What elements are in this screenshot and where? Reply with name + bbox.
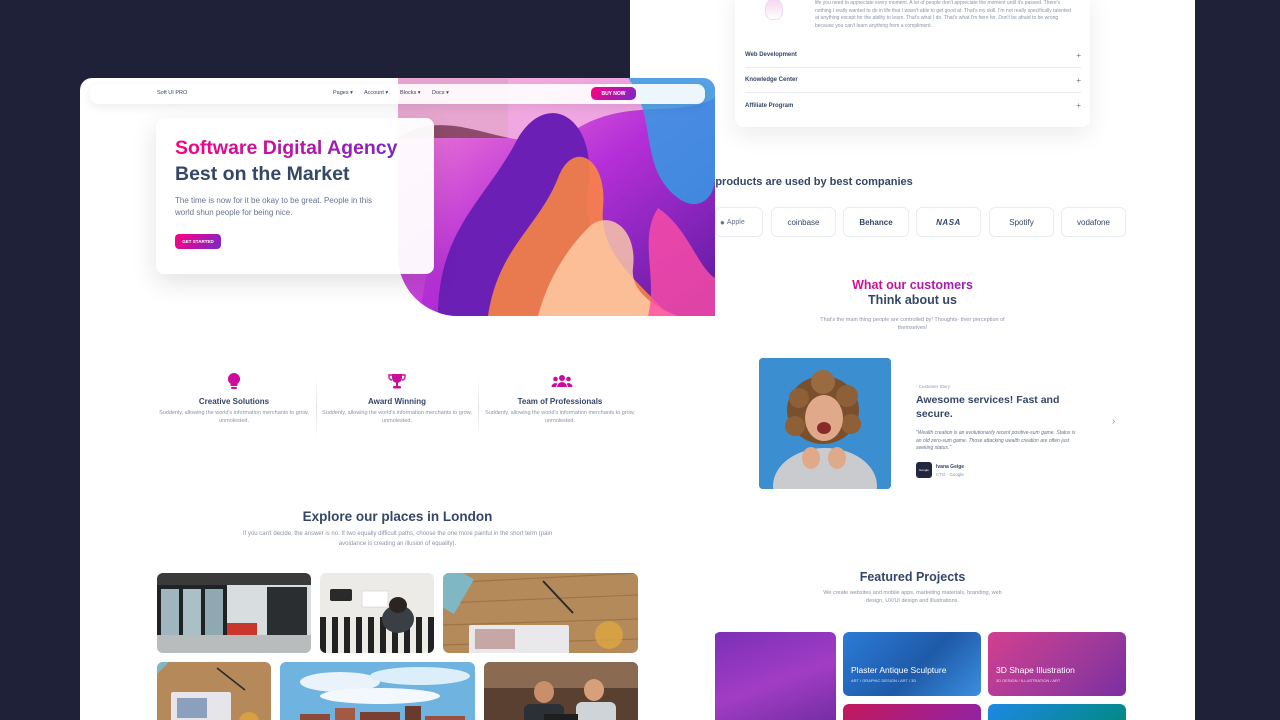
plus-icon: + bbox=[1076, 50, 1081, 60]
logo-behance: Behance bbox=[843, 207, 909, 237]
explore-title: Explore our places in London bbox=[302, 509, 493, 524]
nav-item-pages[interactable]: Pages ▾ bbox=[333, 90, 353, 96]
logo-apple: ● Apple bbox=[715, 207, 763, 237]
feature-award-winning: Award Winning Suddenly, allowing the wor… bbox=[317, 372, 477, 425]
customers-subtitle: That's the main thing people are control… bbox=[820, 317, 1005, 331]
projects-title: Featured Projects bbox=[859, 570, 966, 584]
faq-card: life you need to appreciate every moment… bbox=[735, 0, 1090, 127]
hero-text: The time is now for it be okay to be gre… bbox=[175, 196, 372, 217]
logo-coinbase: coinbase bbox=[771, 207, 836, 237]
logo-spotify: Spotify bbox=[989, 207, 1054, 237]
faq-row-web-development[interactable]: Web Development + bbox=[745, 43, 1081, 68]
photo-wooden-desk[interactable] bbox=[443, 573, 638, 653]
faq-row-knowledge-center[interactable]: Knowledge Center + bbox=[745, 68, 1081, 93]
story-quote: "Wealth creation is an evolutionarily re… bbox=[916, 430, 1076, 451]
lightbulb-icon bbox=[225, 372, 243, 390]
faq-row-affiliate-program[interactable]: Affiliate Program + bbox=[745, 93, 1081, 118]
photo-london-buildings[interactable] bbox=[280, 662, 475, 720]
projects-subtitle: We create websites and mobile apps, mark… bbox=[823, 590, 1002, 604]
nav-item-blocks[interactable]: Blocks ▾ bbox=[400, 90, 421, 96]
chevron-down-icon: ▾ bbox=[385, 90, 389, 96]
apple-icon: ● bbox=[720, 217, 725, 227]
feature-creative-solutions: Creative Solutions Suddenly, allowing th… bbox=[154, 372, 314, 425]
logo-vodafone: vodafone bbox=[1061, 207, 1126, 237]
divider bbox=[478, 378, 479, 438]
project-card-3d-shape-illustration[interactable]: 3D Shape Illustration 3D DESIGN / ILLUST… bbox=[988, 632, 1126, 696]
plus-icon: + bbox=[1076, 75, 1081, 85]
next-arrow-icon[interactable]: › bbox=[1112, 416, 1115, 427]
customers-title-line2: Think about us bbox=[868, 293, 957, 307]
photo-desk-workspace[interactable] bbox=[320, 573, 434, 653]
chevron-down-icon: ▾ bbox=[417, 90, 421, 96]
nav-item-account[interactable]: Account ▾ bbox=[364, 90, 388, 96]
rocket-icon bbox=[765, 0, 783, 20]
project-card[interactable] bbox=[843, 704, 981, 720]
story-label: - Customer Story bbox=[916, 384, 951, 389]
explore-subtitle: If you can't decide, the answer is no. I… bbox=[242, 531, 553, 547]
nav-item-docs[interactable]: Docs ▾ bbox=[432, 90, 449, 96]
chevron-down-icon: ▾ bbox=[446, 90, 449, 96]
story-title: Awesome services! Fast and secure. bbox=[916, 394, 1060, 420]
get-started-button[interactable]: GET STARTED bbox=[175, 234, 221, 249]
project-card-plaster-antique-sculpture[interactable]: Plaster Antique Sculpture ART / GRAPHIC … bbox=[843, 632, 981, 696]
customers-title-line1: What our customers bbox=[795, 278, 1030, 292]
author-name: Ivana Geige bbox=[936, 464, 965, 470]
users-icon bbox=[551, 372, 573, 390]
customers-header: What our customers Think about us That's… bbox=[795, 278, 1030, 332]
chevron-down-icon: ▾ bbox=[350, 90, 353, 96]
author-avatar: Google bbox=[916, 462, 932, 478]
navbar: Soft UI PRO Pages ▾ Account ▾ Blocks ▾ D… bbox=[90, 84, 705, 104]
hero-abstract-art bbox=[398, 78, 715, 316]
author-role: CTO - Google bbox=[936, 472, 964, 477]
hero-card: Software Digital Agency Best on the Mark… bbox=[156, 118, 434, 274]
feature-team-of-professionals: Team of Professionals Suddenly, allowing… bbox=[480, 372, 640, 425]
companies-title: r products are used by best companies bbox=[708, 176, 913, 188]
brand-logo[interactable]: Soft UI PRO bbox=[157, 90, 187, 96]
front-page-preview: Soft UI PRO Pages ▾ Account ▾ Blocks ▾ D… bbox=[80, 78, 715, 720]
photo-team-meeting[interactable] bbox=[484, 662, 638, 720]
faq-text: life you need to appreciate every moment… bbox=[815, 0, 1071, 29]
hero-title: Software Digital Agency bbox=[175, 137, 398, 159]
customer-photo bbox=[759, 358, 891, 489]
photo-laptop-desk[interactable] bbox=[157, 662, 271, 720]
logo-nasa: NASA bbox=[916, 207, 981, 237]
photo-office-interior[interactable] bbox=[157, 573, 311, 653]
project-card[interactable] bbox=[988, 704, 1126, 720]
project-card-image[interactable] bbox=[714, 632, 836, 720]
plus-icon: + bbox=[1076, 101, 1081, 110]
buy-now-button[interactable]: BUY NOW bbox=[591, 87, 636, 100]
trophy-icon bbox=[388, 372, 406, 390]
hero-subtitle: Best on the Market bbox=[175, 163, 350, 185]
